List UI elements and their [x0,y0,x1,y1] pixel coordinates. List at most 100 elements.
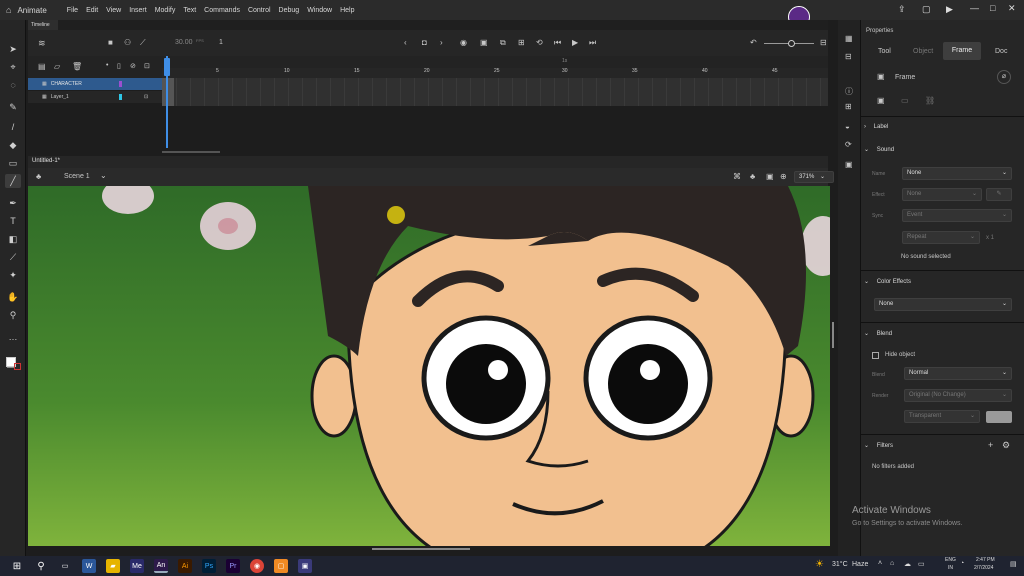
filters-section[interactable]: ⌄ Filters [864,442,1020,449]
premiere-icon[interactable]: Pr [226,559,240,573]
search-icon[interactable]: ⚲ [34,559,48,573]
menu-debug[interactable]: Debug [279,7,300,14]
edit-symbol-icon[interactable]: ♣ [750,172,755,181]
zoom-icon[interactable]: ⚲ [5,308,21,322]
edit-multiple-icon[interactable]: ▣ [480,38,488,47]
highlight-icon[interactable]: • [106,62,108,69]
playhead-handle[interactable] [164,58,170,76]
play-test-icon[interactable]: ▶ [946,4,953,15]
zoom-field[interactable]: 371% ⌄ [794,171,834,183]
notification-icon[interactable]: ▤ [1010,560,1017,568]
properties-panel-icon[interactable]: ▦ [845,34,853,43]
brush-icon[interactable]: / [5,120,21,134]
visibility-icon[interactable]: ⊘ [130,62,136,70]
lock-icon[interactable]: ⊡ [144,62,150,70]
clock-date[interactable]: 2/7/2024 [974,565,993,571]
word-icon[interactable]: W [82,559,96,573]
selection-tool-icon[interactable]: ➤ [5,42,21,56]
lock-icon[interactable]: ⊡ [144,94,148,100]
info-panel-icon[interactable]: ⓘ [845,86,853,97]
layer-name[interactable]: CHARACTER [51,81,82,87]
chevron-down-icon[interactable]: ⌄ [864,147,869,153]
delete-layer-icon[interactable]: 🗑 [72,62,82,71]
center-stage-icon[interactable]: ⊕ [780,172,787,181]
transparent-select[interactable]: Transparent ⌄ [904,410,980,423]
chevron-down-icon[interactable]: ⌄ [100,171,107,180]
battery-icon[interactable]: ▭ [918,560,925,568]
graph-icon[interactable]: ⟋ [140,38,146,48]
effect-select[interactable]: None ⌄ [902,188,982,201]
parent-icon[interactable]: ⚇ [124,38,131,47]
clip-icon[interactable]: ▣ [766,172,774,181]
next-keyframe-icon[interactable]: › [440,38,443,47]
layer-row-character[interactable]: ▦ CHARACTER [28,78,162,90]
lasso-icon[interactable]: ◌ [5,78,21,92]
add-filter-icon[interactable]: + [988,440,993,450]
eyedropper-icon[interactable]: ⟋ [5,250,21,264]
chrome-icon[interactable]: ◉ [250,559,264,573]
onion-skin-icon[interactable]: ◉ [460,38,467,47]
repeat-count[interactable]: x 1 [986,235,994,241]
align-panel-icon[interactable]: ⊞ [845,102,852,111]
edit-envelope-button[interactable]: ✎ [986,188,1012,201]
subselection-icon[interactable]: ⌖ [5,60,21,74]
play-icon[interactable]: ▶ [572,38,578,47]
hide-object-checkbox[interactable] [872,352,879,359]
stage-scrollbar-horizontal[interactable] [372,548,470,550]
file-explorer-icon[interactable]: ▰ [106,559,120,573]
more-tools-icon[interactable]: … [5,330,21,344]
tab-frame[interactable]: Frame [943,42,981,60]
weather-temp[interactable]: 31°C [832,561,848,568]
windows-start-icon[interactable]: ⊞ [10,559,24,573]
new-layer-icon[interactable]: ▤ [38,62,46,71]
menu-help[interactable]: Help [340,7,354,14]
keyframe-type-icon[interactable]: ▣ [877,96,885,105]
task-view-icon[interactable]: ▭ [58,559,72,573]
eraser-icon[interactable]: ◆ [5,138,21,152]
fit-frames-icon[interactable]: ⊟ [820,38,827,47]
new-folder-icon[interactable]: ▱ [54,62,60,71]
menu-view[interactable]: View [106,7,121,14]
undo-view-icon[interactable]: ↶ [750,38,757,47]
fps-value[interactable]: 30.00 [175,39,193,46]
tab-object[interactable]: Object [913,48,933,55]
chevron-down-icon[interactable]: ⌄ [864,279,869,285]
maximize-icon[interactable]: □ [990,3,995,13]
frame-grid[interactable] [162,78,828,106]
frame-ruler[interactable]: 5 10 15 20 25 30 35 40 45 [162,68,828,78]
repeat-select[interactable]: Repeat ⌄ [902,231,980,244]
chevron-down-icon[interactable]: ⌄ [864,331,869,337]
document-icon[interactable]: ▢ [922,4,931,15]
background-color-swatch[interactable] [986,411,1012,423]
camera-icon[interactable]: ■ [108,38,113,47]
menu-text[interactable]: Text [183,7,196,14]
photoshop-icon[interactable]: Ps [202,559,216,573]
menu-edit[interactable]: Edit [86,7,98,14]
clock-time[interactable]: 2:47 PM [976,557,995,563]
home-icon[interactable]: ⌂ [6,5,11,15]
wifi-icon[interactable]: ◔ [960,560,964,567]
language-top[interactable]: ENG [945,557,956,563]
assets-panel-icon[interactable]: ▣ [845,160,853,169]
sound-name-select[interactable]: None ⌄ [902,167,1012,180]
layer-row-layer1[interactable]: ▦ Layer_1 ⊡ [28,91,162,103]
color-panel-icon[interactable]: ◒ [845,122,850,131]
paint-bucket-icon[interactable]: ◧ [5,232,21,246]
share-icon[interactable]: ⇪ [898,4,906,15]
close-icon[interactable]: ✕ [1008,3,1016,14]
link-icon[interactable]: ⛓ [925,96,935,105]
document-tab[interactable]: Untitled-1* [32,158,60,164]
illustrator-icon[interactable]: Ai [178,559,192,573]
rectangle-icon[interactable]: ▭ [5,156,21,170]
pen-icon[interactable]: ✒ [5,196,21,210]
insert-keyframe-icon[interactable]: ◘ [422,38,427,47]
render-select[interactable]: Original (No Change) ⌄ [904,389,1012,402]
menu-commands[interactable]: Commands [204,7,240,14]
filter-settings-icon[interactable]: ⚙ [1002,440,1010,451]
library-panel-icon[interactable]: ⊟ [845,52,852,61]
timeline-zoom-thumb[interactable] [788,40,795,47]
color-effects-select[interactable]: None ⌄ [874,298,1012,311]
tween-icon[interactable]: ⧉ [500,38,506,48]
tab-timeline[interactable]: Timeline [28,20,58,30]
stage-scrollbar-vertical[interactable] [832,322,834,348]
